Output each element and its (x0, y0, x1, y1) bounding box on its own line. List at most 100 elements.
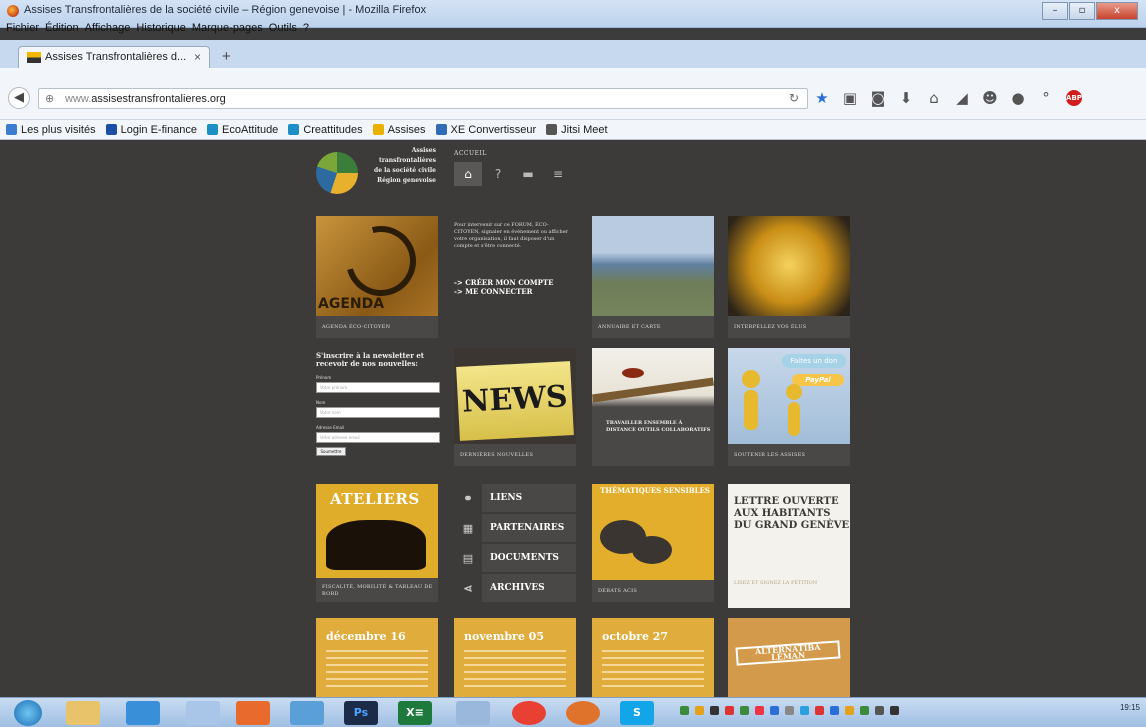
bookmark-assises[interactable]: Assises (372, 124, 426, 136)
email-field[interactable]: Votre adresse email (316, 432, 440, 443)
tab-close-icon[interactable]: × (194, 50, 201, 64)
tile-alternatiba[interactable]: ALTERNATIBA LÉMAN (728, 618, 850, 697)
bookmark-login-efinance[interactable]: Login E-finance (105, 124, 197, 136)
bookmark-jitsi-meet[interactable]: Jitsi Meet (546, 124, 608, 136)
help-icon[interactable]: ? (484, 162, 512, 186)
download-icon[interactable]: ⬇ (892, 88, 920, 108)
clock[interactable]: 19:15 (1120, 703, 1140, 713)
menu-outils[interactable]: Outils (269, 22, 297, 38)
reload-icon[interactable]: ↻ (789, 91, 799, 105)
create-account-link[interactable]: -> CRÉER MON COMPTE (454, 278, 553, 287)
adblock-icon[interactable]: ABP (1066, 90, 1082, 106)
photoshop-icon[interactable]: Ps (344, 701, 378, 725)
bookmark-les-plus-visites[interactable]: Les plus visités (6, 124, 96, 136)
ie-icon[interactable] (126, 701, 160, 725)
tray-icon[interactable] (845, 706, 854, 715)
bookmark-creattitudes[interactable]: Creattitudes (288, 124, 363, 136)
thunderbird-icon[interactable] (290, 701, 324, 725)
tile-interpellez[interactable]: INTERPELLEZ VOS ÉLUS (728, 216, 850, 338)
nom-field[interactable]: Votre nom (316, 407, 440, 418)
link-liens[interactable]: ⚭ LIENS (454, 484, 576, 512)
site-nav: ⌂ ? ▬ ≡ (454, 162, 574, 186)
pocket-icon[interactable]: ◙ (864, 88, 892, 108)
chrome-icon[interactable] (512, 701, 546, 725)
tile-ateliers[interactable]: ATELIERS FISCALITÉ, MOBILITÉ & TABLEAU D… (316, 484, 438, 602)
tile-news[interactable]: NEWS DERNIÈRES NOUVELLES (454, 348, 576, 466)
bookmark-icon (105, 124, 117, 135)
menu-icon[interactable]: ≡ (544, 162, 572, 186)
tile-lettre-ouverte[interactable]: LETTRE OUVERTE AUX HABITANTS DU GRAND GE… (728, 484, 850, 608)
submit-button[interactable]: Soumettre (316, 447, 346, 456)
chat-icon[interactable]: ● (1004, 88, 1032, 108)
app-icon[interactable] (236, 701, 270, 725)
link-partenaires[interactable]: ▦ PARTENAIRES (454, 514, 576, 542)
comment-icon[interactable]: ▬ (514, 162, 542, 186)
tile-thematiques[interactable]: THÉMATIQUES SENSIBLES DÉBATS ACIS (592, 484, 714, 602)
home-icon[interactable]: ⌂ (454, 162, 482, 186)
tray-icon[interactable] (755, 706, 764, 715)
tray-icon[interactable] (725, 706, 734, 715)
excel-icon[interactable]: X≡ (398, 701, 432, 725)
close-window-button[interactable]: x (1096, 2, 1138, 20)
tile-don[interactable]: Faites un don PayPal SOUTENIR LES ASSISE… (728, 348, 850, 466)
date-card-december[interactable]: décembre 16 (316, 618, 438, 697)
link-documents[interactable]: ▤ DOCUMENTS (454, 544, 576, 572)
tray-icon[interactable] (680, 706, 689, 715)
tray-icon[interactable] (815, 706, 824, 715)
bookmark-ecoattitude[interactable]: EcoAttitude (207, 124, 278, 136)
tray-icon[interactable] (710, 706, 719, 715)
tray-icon[interactable] (740, 706, 749, 715)
menu-fichier[interactable]: Fichier (6, 22, 39, 38)
flag-icon[interactable] (875, 706, 884, 715)
menu-edition[interactable]: Édition (45, 22, 79, 38)
ateliers-title: ATELIERS (330, 490, 420, 508)
new-tab-button[interactable]: + (222, 48, 231, 65)
skype-icon[interactable]: S (620, 701, 654, 725)
send-icon[interactable]: ◢ (948, 88, 976, 108)
notes-icon[interactable] (456, 701, 490, 725)
clipboard-icon[interactable]: ▣ (836, 88, 864, 108)
figure-head (742, 370, 760, 388)
tile-travail[interactable]: TRAVAILLER ENSEMBLE À DISTANCE OUTILS CO… (592, 348, 714, 466)
firefox-taskbar-icon[interactable] (566, 701, 600, 725)
building-icon: ▦ (462, 521, 474, 535)
site-logo[interactable]: Assises transfrontalières de la société … (316, 146, 438, 196)
home-icon[interactable]: ⌂ (920, 88, 948, 108)
tray-icon[interactable] (770, 706, 779, 715)
bookmark-star-icon[interactable]: ★ (808, 88, 836, 108)
volume-icon[interactable] (890, 706, 899, 715)
menu-affichage[interactable]: Affichage (85, 22, 131, 38)
tray-icon[interactable] (800, 706, 809, 715)
start-button[interactable] (14, 700, 42, 726)
tray-icon[interactable] (695, 706, 704, 715)
link-archives[interactable]: ⋖ ARCHIVES (454, 574, 576, 602)
menu-help[interactable]: ? (303, 22, 309, 38)
tray-icon[interactable] (860, 706, 869, 715)
maximize-button[interactable]: ▫ (1069, 2, 1095, 20)
lettre-title: LETTRE OUVERTE AUX HABITANTS DU GRAND GE… (734, 496, 850, 531)
tab-assises[interactable]: Assises Transfrontalières d... × (18, 46, 210, 68)
menu-historique[interactable]: Historique (136, 22, 186, 38)
date-card-october[interactable]: octobre 27 (592, 618, 714, 697)
minimize-button[interactable]: – (1042, 2, 1068, 20)
window-icon[interactable] (186, 701, 220, 725)
tile-agenda[interactable]: AGENDA AGENDA ÉCO-CITOYEN (316, 216, 438, 338)
tray-icon[interactable] (785, 706, 794, 715)
speech-bubble-icon (632, 536, 672, 564)
tile-caption: FISCALITÉ, MOBILITÉ & TABLEAU DE BORD (316, 578, 438, 602)
tray-icon[interactable] (830, 706, 839, 715)
menu-marque-pages[interactable]: Marque-pages (192, 22, 263, 38)
prenom-field[interactable]: Votre prénom (316, 382, 440, 393)
login-link[interactable]: -> ME CONNECTER (454, 287, 532, 296)
event-text-lines (464, 650, 566, 690)
date-card-november[interactable]: novembre 05 (454, 618, 576, 697)
extension-icon[interactable]: ° (1032, 88, 1060, 108)
tile-annuaire[interactable]: ANNUAIRE ET CARTE (592, 216, 714, 338)
smiley-icon[interactable]: ☻ (976, 88, 1004, 108)
back-button[interactable]: ◀ (8, 87, 30, 109)
bookmark-xe-convertisseur[interactable]: XE Convertisseur (435, 124, 536, 136)
bookmark-icon (435, 124, 447, 135)
explorer-icon[interactable] (66, 701, 100, 725)
url-bar[interactable]: ⊕ www.assisestransfrontalieres.org ↻ (38, 88, 808, 109)
hands-image (326, 520, 426, 570)
